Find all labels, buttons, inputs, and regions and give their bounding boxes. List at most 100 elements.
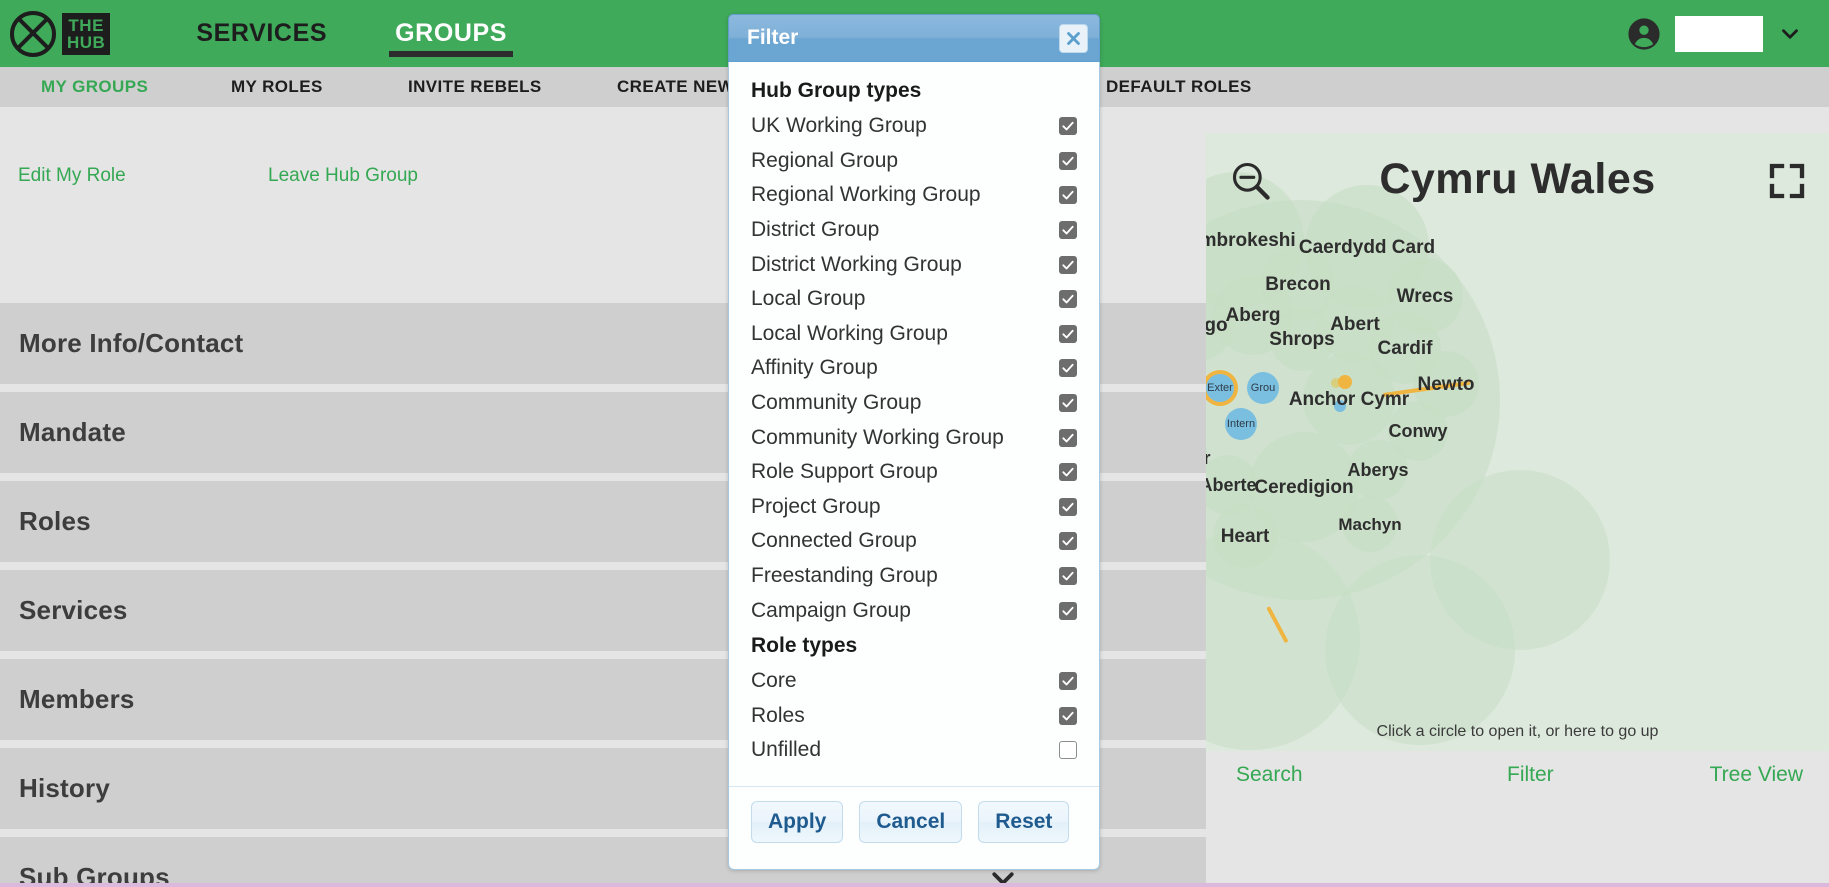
filter-option-row[interactable]: UK Working Group: [729, 109, 1099, 144]
checkmark-icon: [1062, 502, 1074, 512]
subnav-item-my-groups[interactable]: MY GROUPS: [41, 77, 148, 97]
filter-option-label: Connected Group: [751, 529, 917, 553]
subnav-item-my-roles[interactable]: MY ROLES: [231, 77, 323, 97]
apply-button[interactable]: Apply: [751, 801, 844, 843]
chart-tree-view-link[interactable]: Tree View: [1710, 763, 1803, 787]
bubble-container[interactable]: [1325, 555, 1515, 745]
filter-option-row[interactable]: Affinity Group: [729, 351, 1099, 386]
filter-option-row[interactable]: Project Group: [729, 490, 1099, 525]
app-root: THE HUB SERVICES GROUPS MY GROUPS MY ROL…: [0, 0, 1829, 887]
filter-option-row[interactable]: Connected Group: [729, 524, 1099, 559]
fullscreen-expand-icon[interactable]: [1767, 161, 1807, 201]
filter-option-checkbox[interactable]: [1059, 221, 1077, 240]
filter-option-checkbox[interactable]: [1059, 290, 1077, 309]
nav-item-groups[interactable]: GROUPS: [361, 0, 541, 67]
filter-option-checkbox[interactable]: [1059, 741, 1077, 760]
chart-filter-link[interactable]: Filter: [1507, 763, 1554, 787]
bubble-node-label: Brecon: [1265, 273, 1331, 295]
accordion-section-label: More Info/Contact: [19, 328, 244, 358]
edit-my-role-link[interactable]: Edit My Role: [18, 165, 126, 187]
filter-option-row[interactable]: Local Working Group: [729, 317, 1099, 352]
filter-option-row[interactable]: Regional Working Group: [729, 178, 1099, 213]
account-area: [1627, 15, 1803, 52]
bubble-chart[interactable]: PembrokeshiCaerdydd CardSt DavBreconWrec…: [1206, 133, 1829, 751]
filter-option-row[interactable]: District Group: [729, 213, 1099, 248]
chevron-down-icon[interactable]: [1777, 21, 1803, 47]
chart-hint-text: Click a circle to open it, or here to go…: [1376, 723, 1659, 740]
subnav-item-invite-rebels[interactable]: INVITE REBELS: [408, 77, 542, 97]
filter-option-label: Role Support Group: [751, 460, 938, 484]
bottom-rule: [0, 883, 1829, 887]
checkmark-icon: [1062, 191, 1074, 200]
filter-option-checkbox[interactable]: [1059, 324, 1077, 343]
bubble-node-label: Aberte: [1206, 475, 1257, 495]
checkmark-icon: [1062, 329, 1074, 339]
filter-option-row[interactable]: Unfilled: [729, 733, 1099, 768]
filter-option-checkbox[interactable]: [1059, 359, 1077, 378]
filter-option-checkbox[interactable]: [1059, 672, 1077, 691]
filter-option-checkbox[interactable]: [1059, 532, 1077, 551]
bubble-node-label: Aberys: [1347, 460, 1409, 480]
filter-option-row[interactable]: Community Working Group: [729, 420, 1099, 455]
filter-option-row[interactable]: Roles: [729, 699, 1099, 734]
filter-dialog-body: Hub Group types UK Working Group Regional …: [729, 61, 1099, 786]
nav-item-services[interactable]: SERVICES: [162, 0, 361, 67]
checkmark-icon: [1062, 225, 1074, 235]
filter-option-checkbox[interactable]: [1059, 394, 1077, 413]
subnav-item-default-roles[interactable]: DEFAULT ROLES: [1106, 77, 1252, 97]
leave-hub-group-link[interactable]: Leave Hub Group: [268, 165, 418, 187]
filter-option-row[interactable]: Local Group: [729, 282, 1099, 317]
bubble-node-label: Bango: [1206, 314, 1228, 336]
filter-option-label: Core: [751, 669, 797, 693]
filter-option-checkbox[interactable]: [1059, 567, 1077, 586]
bubble-node-label: Heart: [1220, 525, 1270, 547]
checkmark-icon: [1062, 122, 1074, 131]
bubble-node-label: Carmar: [1206, 448, 1211, 468]
checkmark-icon: [1062, 677, 1074, 686]
filter-option-checkbox[interactable]: [1059, 706, 1077, 725]
bubble-node-label: Abert: [1330, 313, 1380, 335]
filter-option-label: Unfilled: [751, 738, 822, 762]
filter-option-checkbox[interactable]: [1059, 428, 1077, 447]
checkmark-icon: [1062, 711, 1074, 721]
filter-option-label: Campaign Group: [751, 598, 911, 622]
checkmark-icon: [1062, 260, 1074, 270]
chart-search-link[interactable]: Search: [1236, 763, 1303, 787]
bubble-node-label: Machyn: [1338, 514, 1402, 534]
bubble-satellite[interactable]: [1338, 375, 1352, 389]
filter-option-row[interactable]: Campaign Group: [729, 593, 1099, 628]
checkmark-icon: [1062, 364, 1074, 373]
account-circle-icon[interactable]: [1627, 17, 1661, 51]
cancel-button[interactable]: Cancel: [859, 801, 963, 843]
filter-option-row[interactable]: Core: [729, 664, 1099, 699]
filter-option-checkbox[interactable]: [1059, 601, 1077, 620]
filter-option-row[interactable]: District Working Group: [729, 247, 1099, 282]
filter-option-checkbox[interactable]: [1059, 497, 1077, 516]
xr-hourglass-icon: [10, 10, 56, 57]
checkmark-icon: [1062, 295, 1074, 304]
filter-dialog-titlebar: Filter: [728, 14, 1100, 62]
close-x-glyph: [1067, 32, 1080, 45]
account-name-box[interactable]: [1675, 15, 1763, 52]
accordion-section-label: Services: [19, 595, 128, 625]
filter-option-row[interactable]: Community Group: [729, 386, 1099, 421]
filter-option-row[interactable]: Role Support Group: [729, 455, 1099, 490]
filter-option-checkbox[interactable]: [1059, 255, 1077, 274]
filter-option-label: Regional Working Group: [751, 183, 981, 207]
filter-dialog-actions: Apply Cancel Reset: [729, 786, 1099, 869]
filter-option-checkbox[interactable]: [1059, 186, 1077, 205]
close-x-icon[interactable]: [1059, 24, 1088, 53]
filter-option-label: District Working Group: [751, 252, 962, 276]
filter-option-checkbox[interactable]: [1059, 151, 1077, 170]
accordion-section-label: Roles: [19, 506, 91, 536]
checkmark-icon: [1062, 398, 1074, 408]
bubble-node-label: Cardif: [1377, 337, 1433, 359]
filter-option-row[interactable]: Freestanding Group: [729, 559, 1099, 594]
main-nav: SERVICES GROUPS: [162, 0, 541, 67]
site-logo[interactable]: THE HUB: [10, 10, 111, 57]
checkmark-icon: [1062, 433, 1074, 443]
filter-option-checkbox[interactable]: [1059, 117, 1077, 136]
filter-option-row[interactable]: Regional Group: [729, 144, 1099, 179]
filter-option-checkbox[interactable]: [1059, 463, 1077, 482]
reset-button[interactable]: Reset: [978, 801, 1070, 843]
